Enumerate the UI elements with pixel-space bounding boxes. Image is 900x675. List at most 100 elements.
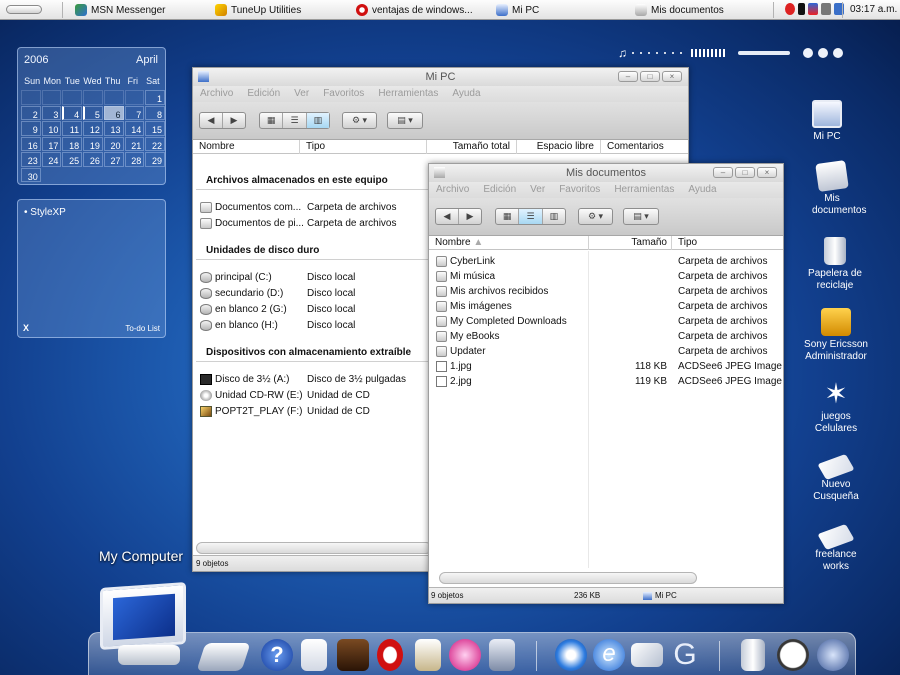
list-item[interactable]: en blanco (H:) Disco local	[200, 318, 355, 332]
list-item[interactable]: en blanco 2 (G:) Disco local	[200, 302, 355, 316]
task-tuneup-utilities[interactable]: TuneUp Utilities	[215, 3, 301, 17]
icon-view-icon[interactable]: ▦	[260, 113, 284, 128]
table-row[interactable]: CyberLink Carpeta de archivos	[429, 254, 781, 269]
table-row[interactable]: Mis archivos recibidos Carpeta de archivo…	[429, 284, 781, 299]
task-msn-messenger[interactable]: MSN Messenger	[75, 3, 165, 17]
calendar-day[interactable]: 10	[41, 121, 62, 136]
calendar-day[interactable]: 3	[41, 105, 62, 120]
column-comentarios[interactable]: Comentarios	[601, 140, 688, 154]
settings-icon[interactable]	[817, 639, 849, 671]
recycle-icon[interactable]	[489, 639, 515, 671]
list-item[interactable]: POPT2T_PLAY (F:) Unidad de CD	[200, 404, 370, 418]
menu-herramientas[interactable]: Herramientas	[378, 86, 438, 102]
column-tipo[interactable]: Tipo	[672, 236, 783, 250]
mi-pc-titlebar[interactable]: Mi PC – □ ×	[193, 68, 688, 86]
desktop-icon-sony-ericsson[interactable]: Sony Ericsson Administrador	[796, 308, 876, 363]
desktop-icon-juegos-celulares[interactable]: ✶ juegos Celulares	[796, 380, 876, 435]
tray-volume-icon[interactable]	[821, 3, 831, 15]
list-item[interactable]: Documentos com... Carpeta de archivos	[200, 200, 397, 214]
menu-favoritos[interactable]: Favoritos	[559, 182, 600, 198]
column-tamano[interactable]: Tamaño	[589, 236, 672, 250]
menu-edicion[interactable]: Edición	[483, 182, 516, 198]
previous-track-button[interactable]	[803, 48, 813, 58]
trash-icon[interactable]	[741, 639, 765, 671]
mail-icon[interactable]	[631, 643, 663, 667]
internet-explorer-icon[interactable]: e	[593, 639, 625, 671]
list-item[interactable]: Documentos de pi... Carpeta de archivos	[200, 216, 397, 230]
table-row[interactable]: Mi música Carpeta de archivos	[429, 269, 781, 284]
table-row[interactable]: My Completed Downloads Carpeta de archivo…	[429, 314, 781, 329]
list-item[interactable]: secundario (D:) Disco local	[200, 286, 355, 300]
calendar-day[interactable]: 8	[145, 105, 165, 120]
opera-icon[interactable]	[377, 639, 403, 671]
help-icon[interactable]: ?	[261, 639, 293, 671]
table-row[interactable]: My eBooks Carpeta de archivos	[429, 329, 781, 344]
forward-arrow-icon[interactable]: ▶	[459, 209, 481, 224]
desktop-icon-mis-documentos[interactable]: Mis documentos	[792, 160, 872, 217]
list-item[interactable]: Disco de 3½ (A:) Disco de 3½ pulgadas	[200, 372, 406, 386]
calendar-day[interactable]: 29	[145, 152, 165, 167]
column-nombre[interactable]: Nombre ▲	[429, 236, 589, 250]
mis-documentos-titlebar[interactable]: Mis documentos – □ ×	[429, 164, 783, 182]
calendar-day[interactable]: 13	[103, 121, 124, 136]
clock[interactable]: 03:17 a.m.	[850, 4, 897, 15]
media-player-icon[interactable]	[555, 639, 587, 671]
calendar-day[interactable]: 1	[145, 90, 165, 105]
column-tipo[interactable]: Tipo	[300, 140, 427, 154]
clock-icon[interactable]	[777, 639, 809, 671]
calendar-day[interactable]: 19	[83, 136, 103, 151]
maximize-button[interactable]: □	[735, 167, 755, 178]
table-row[interactable]: Mis imágenes Carpeta de archivos	[429, 299, 781, 314]
volume-slider[interactable]	[691, 49, 725, 57]
column-view-icon[interactable]: ▥	[306, 113, 329, 128]
todo-close-button[interactable]: X	[23, 323, 29, 333]
calendar-day[interactable]: 7	[124, 105, 145, 120]
table-row[interactable]: Updater Carpeta de archivos	[429, 344, 781, 359]
task-opera-ventajas[interactable]: ventajas de windows...	[356, 3, 473, 17]
google-icon[interactable]: G	[669, 639, 701, 671]
seek-bar[interactable]	[738, 51, 790, 55]
next-track-button[interactable]	[833, 48, 843, 58]
desktop-icon-mi-pc[interactable]: Mi PC	[787, 100, 867, 143]
calendar-day[interactable]: 4	[62, 105, 83, 120]
calendar-day[interactable]: 18	[62, 136, 83, 151]
desktop-icon-papelera[interactable]: Papelera de reciclaje	[795, 237, 875, 292]
table-row[interactable]: 2.jpg 119 KB ACDSee6 JPEG Image	[429, 374, 782, 389]
minimize-button[interactable]: –	[618, 71, 638, 82]
calendar-day[interactable]: 30	[21, 167, 41, 182]
icon-view-icon[interactable]: ▦	[496, 209, 520, 224]
menu-herramientas[interactable]: Herramientas	[614, 182, 674, 198]
calendar-day[interactable]: 2	[21, 105, 41, 120]
document-icon[interactable]	[301, 639, 327, 671]
calendar-day[interactable]: 27	[103, 152, 124, 167]
calendar-day[interactable]: 23	[21, 152, 41, 167]
calendar-day[interactable]: 15	[145, 121, 165, 136]
calendar-day[interactable]: 6	[103, 105, 124, 120]
calendar-day[interactable]: 5	[83, 105, 103, 120]
column-tamano-total[interactable]: Tamaño total	[427, 140, 517, 154]
todo-list-link[interactable]: To-do List	[125, 324, 160, 333]
close-button[interactable]: ×	[662, 71, 682, 82]
menu-archivo[interactable]: Archivo	[436, 182, 469, 198]
horizontal-scrollbar[interactable]	[196, 542, 432, 554]
game-icon[interactable]	[337, 639, 369, 671]
back-arrow-icon[interactable]: ◀	[200, 113, 223, 128]
todo-item[interactable]: • StyleXP	[24, 207, 66, 218]
calendar-day[interactable]: 9	[21, 121, 41, 136]
task-mi-pc[interactable]: Mi PC	[496, 3, 539, 17]
menu-ayuda[interactable]: Ayuda	[452, 86, 480, 102]
calendar-day[interactable]: 20	[103, 136, 124, 151]
calendar-day[interactable]: 22	[145, 136, 165, 151]
calendar-day[interactable]: 21	[124, 136, 145, 151]
menu-favoritos[interactable]: Favoritos	[323, 86, 364, 102]
calendar-day[interactable]: 11	[62, 121, 83, 136]
action-menu-button[interactable]: ⚙ ▾	[342, 112, 377, 129]
table-row[interactable]: 1.jpg 118 KB ACDSee6 JPEG Image	[429, 359, 782, 374]
calendar-day[interactable]: 26	[83, 152, 103, 167]
column-view-icon[interactable]: ▥	[543, 209, 565, 224]
calendar-day[interactable]: 16	[21, 136, 41, 151]
desktop-icon-freelance-works[interactable]: freelance works	[796, 522, 876, 573]
menu-ayuda[interactable]: Ayuda	[688, 182, 716, 198]
list-item[interactable]: Unidad CD-RW (E:) Unidad de CD	[200, 388, 370, 402]
menu-edicion[interactable]: Edición	[247, 86, 280, 102]
